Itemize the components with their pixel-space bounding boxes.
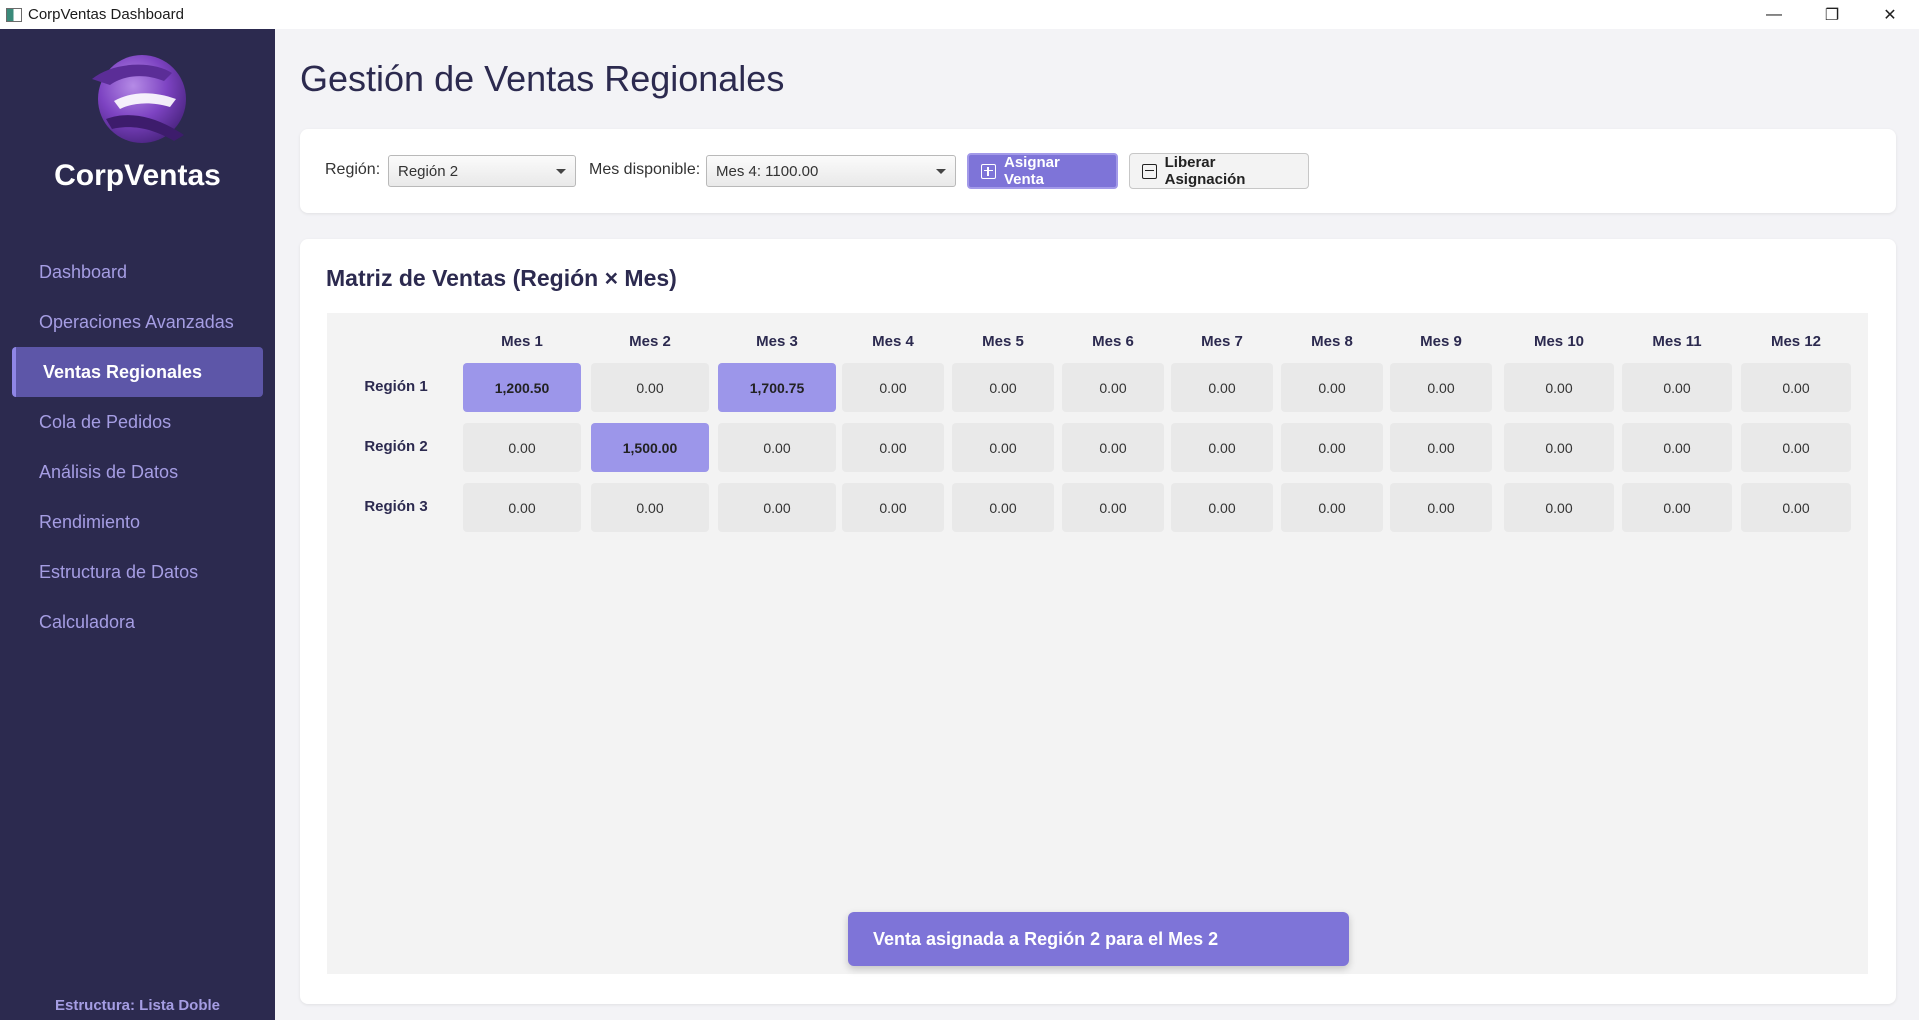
- matrix-cell[interactable]: 1,500.00: [591, 423, 709, 472]
- column-header-mes-3: Mes 3: [756, 333, 798, 350]
- column-header-mes-8: Mes 8: [1311, 333, 1353, 350]
- month-select[interactable]: Mes 4: 1100.00: [706, 155, 956, 187]
- sales-matrix: Mes 1 Mes 2 Mes 3 Mes 4 Mes 5 Mes 6 Mes 7 Mes 8…: [327, 313, 1868, 974]
- column-header-mes-1: Mes 1: [501, 333, 543, 350]
- matrix-cell[interactable]: 0.00: [463, 483, 581, 532]
- add-box-icon: [981, 163, 996, 179]
- remove-box-icon: [1142, 163, 1157, 179]
- window-titlebar: CorpVentas Dashboard — ❐ ✕: [0, 0, 1919, 29]
- matrix-cell[interactable]: 0.00: [591, 483, 709, 532]
- column-header-mes-9: Mes 9: [1420, 333, 1462, 350]
- sidebar-item-analisis-de-datos[interactable]: Análisis de Datos: [12, 447, 263, 497]
- matrix-cell[interactable]: 0.00: [1504, 363, 1614, 412]
- release-assignment-label: Liberar Asignación: [1164, 154, 1246, 188]
- matrix-cell[interactable]: 0.00: [1281, 423, 1383, 472]
- matrix-cell[interactable]: 0.00: [1390, 483, 1492, 532]
- notification-toast: Venta asignada a Región 2 para el Mes 2: [848, 912, 1349, 966]
- window-title: CorpVentas Dashboard: [28, 6, 184, 23]
- restore-icon[interactable]: ❐: [1803, 0, 1861, 29]
- month-label: Mes disponible:: [589, 161, 701, 178]
- column-header-mes-5: Mes 5: [982, 333, 1024, 350]
- sidebar: CorpVentas Dashboard Operaciones Avanzad…: [0, 29, 275, 1020]
- matrix-cell[interactable]: 0.00: [1062, 363, 1164, 412]
- column-header-mes-6: Mes 6: [1092, 333, 1134, 350]
- matrix-cell[interactable]: 1,200.50: [463, 363, 581, 412]
- matrix-cell[interactable]: 0.00: [1390, 423, 1492, 472]
- sidebar-item-ventas-regionales[interactable]: Ventas Regionales: [12, 347, 263, 397]
- matrix-cell[interactable]: 0.00: [463, 423, 581, 472]
- matrix-cell[interactable]: 0.00: [1062, 483, 1164, 532]
- matrix-cell[interactable]: 0.00: [952, 483, 1054, 532]
- matrix-cell[interactable]: 0.00: [842, 483, 944, 532]
- matrix-cell[interactable]: 0.00: [1741, 423, 1851, 472]
- column-header-mes-7: Mes 7: [1201, 333, 1243, 350]
- matrix-cell[interactable]: 0.00: [1171, 423, 1273, 472]
- region-select-value: Región 2: [398, 162, 459, 180]
- matrix-cell[interactable]: 0.00: [842, 363, 944, 412]
- column-header-mes-12: Mes 12: [1770, 333, 1822, 350]
- matrix-cell[interactable]: 0.00: [842, 423, 944, 472]
- matrix-cell[interactable]: 0.00: [1062, 423, 1164, 472]
- chevron-down-icon: [556, 169, 566, 174]
- matrix-cell[interactable]: 0.00: [1741, 483, 1851, 532]
- matrix-cell[interactable]: 0.00: [718, 483, 836, 532]
- matrix-cell[interactable]: 0.00: [1281, 483, 1383, 532]
- matrix-cell[interactable]: 0.00: [1171, 483, 1273, 532]
- assignment-toolbar: Región: Región 2 Mes disponible: Mes 4: …: [300, 129, 1896, 213]
- matrix-cell[interactable]: 1,700.75: [718, 363, 836, 412]
- matrix-cell[interactable]: 0.00: [1622, 363, 1732, 412]
- row-header-region-2: Región 2: [364, 438, 428, 455]
- column-header-mes-2: Mes 2: [629, 333, 671, 350]
- assign-sale-button[interactable]: Asignar Venta: [967, 153, 1118, 189]
- page-title: Gestión de Ventas Regionales: [300, 58, 785, 99]
- row-header-region-1: Región 1: [364, 378, 428, 395]
- sales-matrix-card: Matriz de Ventas (Región × Mes) Mes 1 Mes…: [300, 239, 1896, 1004]
- matrix-cell[interactable]: 0.00: [1390, 363, 1492, 412]
- matrix-cell[interactable]: 0.00: [1281, 363, 1383, 412]
- region-label: Región:: [325, 161, 381, 178]
- matrix-cell[interactable]: 0.00: [718, 423, 836, 472]
- matrix-cell[interactable]: 0.00: [952, 423, 1054, 472]
- matrix-cell[interactable]: 0.00: [952, 363, 1054, 412]
- sidebar-item-estructura-de-datos[interactable]: Estructura de Datos: [12, 547, 263, 597]
- region-select[interactable]: Región 2: [388, 155, 576, 187]
- brand-logo-icon: [92, 55, 186, 143]
- sidebar-item-rendimiento[interactable]: Rendimiento: [12, 497, 263, 547]
- sidebar-item-operaciones-avanzadas[interactable]: Operaciones Avanzadas: [12, 297, 263, 347]
- column-header-mes-11: Mes 11: [1652, 333, 1702, 350]
- sidebar-item-calculadora[interactable]: Calculadora: [12, 597, 263, 647]
- matrix-cell[interactable]: 0.00: [1171, 363, 1273, 412]
- matrix-cell[interactable]: 0.00: [1504, 483, 1614, 532]
- sidebar-item-dashboard[interactable]: Dashboard: [12, 247, 263, 297]
- column-header-mes-10: Mes 10: [1533, 333, 1585, 350]
- chevron-down-icon: [936, 169, 946, 174]
- column-header-mes-4: Mes 4: [872, 333, 914, 350]
- matrix-cell[interactable]: 0.00: [1741, 363, 1851, 412]
- matrix-cell[interactable]: 0.00: [1622, 423, 1732, 472]
- matrix-cell[interactable]: 0.00: [591, 363, 709, 412]
- month-select-value: Mes 4: 1100.00: [716, 162, 819, 180]
- release-assignment-button[interactable]: Liberar Asignación: [1129, 153, 1309, 189]
- row-header-region-3: Región 3: [364, 498, 428, 515]
- matrix-cell[interactable]: 0.00: [1504, 423, 1614, 472]
- sidebar-nav: Dashboard Operaciones Avanzadas Ventas R…: [12, 247, 263, 647]
- sidebar-item-cola-de-pedidos[interactable]: Cola de Pedidos: [12, 397, 263, 447]
- brand-name: CorpVentas: [54, 159, 221, 192]
- data-structure-status: Estructura: Lista Doble: [54, 997, 221, 1014]
- close-icon[interactable]: ✕: [1861, 0, 1919, 29]
- app-icon: [6, 7, 22, 22]
- matrix-title: Matriz de Ventas (Región × Mes): [326, 265, 677, 291]
- minimize-icon[interactable]: —: [1745, 0, 1803, 29]
- assign-sale-label: Asignar Venta: [1004, 154, 1060, 188]
- matrix-cell[interactable]: 0.00: [1622, 483, 1732, 532]
